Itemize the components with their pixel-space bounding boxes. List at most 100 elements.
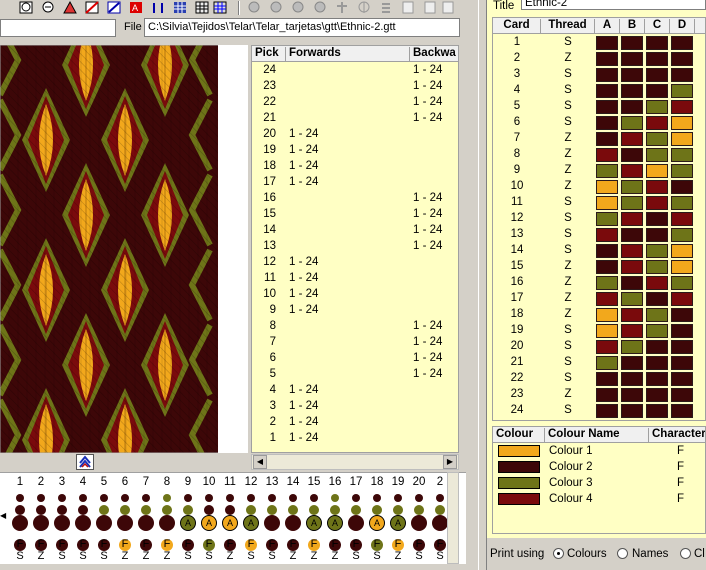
- card-hole-dot[interactable]: [351, 505, 361, 515]
- threading-row[interactable]: 2Z: [493, 51, 705, 67]
- pick-row[interactable]: 2 1 - 24: [252, 415, 458, 431]
- pick-row[interactable]: 18 1 - 24: [252, 159, 458, 175]
- hole-colour-cell[interactable]: [596, 52, 618, 66]
- hole-colour-cell[interactable]: [671, 356, 693, 370]
- threading-row[interactable]: 19 S: [493, 323, 705, 339]
- card-hole-dot[interactable]: [204, 505, 214, 515]
- thread-direction[interactable]: Z: [541, 164, 595, 176]
- hole-colour-cell[interactable]: [596, 84, 618, 98]
- print-colours-label[interactable]: Colours: [567, 548, 607, 560]
- hole-colour-cell[interactable]: [596, 164, 618, 178]
- card-hole-dot[interactable]: [78, 505, 88, 515]
- thread-direction[interactable]: S: [541, 36, 595, 48]
- card-hole-dot[interactable]: [15, 505, 25, 515]
- hole-colour-cell[interactable]: [646, 324, 668, 338]
- card-hole-dot[interactable]: A: [201, 515, 217, 531]
- strip-scroll-left-icon[interactable]: ◀: [0, 511, 6, 520]
- hole-colour-cell[interactable]: [646, 388, 668, 402]
- hole-colour-cell[interactable]: [646, 196, 668, 210]
- pick-row[interactable]: 22 1 - 24: [252, 95, 458, 111]
- card-hole-dot[interactable]: A: [390, 515, 406, 531]
- circle-icon[interactable]: [212, 0, 228, 15]
- card-hole-dot[interactable]: [138, 515, 154, 531]
- col-forwards[interactable]: Forwards: [286, 47, 410, 62]
- hole-colour-cell[interactable]: [671, 212, 693, 226]
- hole-colour-cell[interactable]: [671, 100, 693, 114]
- scroll-left-icon[interactable]: ◀: [253, 455, 267, 469]
- card-hole-dot[interactable]: [183, 505, 193, 515]
- pick-row[interactable]: 16 1 - 24: [252, 191, 458, 207]
- hole-colour-cell[interactable]: [621, 356, 643, 370]
- hole-colour-cell[interactable]: [621, 100, 643, 114]
- hole-colour-cell[interactable]: [646, 68, 668, 82]
- card-hole-dot[interactable]: [184, 494, 192, 502]
- threading-row[interactable]: 15 Z: [493, 259, 705, 275]
- pick-row[interactable]: 10 1 - 24: [252, 287, 458, 303]
- hole-colour-cell[interactable]: [596, 276, 618, 290]
- hole-colour-cell[interactable]: [621, 52, 643, 66]
- card-hole-dot[interactable]: [330, 505, 340, 515]
- hole-colour-cell[interactable]: [621, 372, 643, 386]
- circle2-icon[interactable]: [246, 0, 262, 15]
- file-path-field[interactable]: C:\Silvia\Tejidos\Telar\Telar_tarjetas\g…: [144, 18, 460, 37]
- pick-row[interactable]: 20 1 - 24: [252, 127, 458, 143]
- threading-row[interactable]: 17 Z: [493, 291, 705, 307]
- card-hole-dot[interactable]: [372, 505, 382, 515]
- threading-row[interactable]: 9Z: [493, 163, 705, 179]
- page-icon[interactable]: [356, 0, 372, 15]
- threading-row[interactable]: 23 Z: [493, 387, 705, 403]
- hole-colour-cell[interactable]: [671, 52, 693, 66]
- card-hole-dot[interactable]: [246, 505, 256, 515]
- hole-colour-cell[interactable]: [646, 404, 668, 418]
- stack-icon[interactable]: [334, 0, 350, 15]
- pick-row[interactable]: 6 1 - 24: [252, 351, 458, 367]
- hole-colour-cell[interactable]: [671, 404, 693, 418]
- col-hole-c[interactable]: C: [645, 19, 670, 34]
- pick-row[interactable]: 19 1 - 24: [252, 143, 458, 159]
- card-hole-dot[interactable]: [289, 494, 297, 502]
- threading-row[interactable]: 7Z: [493, 131, 705, 147]
- card-hole-dot[interactable]: [141, 505, 151, 515]
- hole-colour-cell[interactable]: [596, 180, 618, 194]
- thread-direction[interactable]: S: [541, 324, 595, 336]
- hole-colour-cell[interactable]: [621, 180, 643, 194]
- hole-colour-cell[interactable]: [646, 292, 668, 306]
- scroll-right-icon[interactable]: ▶: [443, 455, 457, 469]
- card-hole-dot[interactable]: A: [243, 515, 259, 531]
- thread-direction[interactable]: Z: [541, 292, 595, 304]
- thread-direction[interactable]: S: [541, 340, 595, 352]
- card-hole-dot[interactable]: [142, 494, 150, 502]
- card-hole-dot[interactable]: [348, 515, 364, 531]
- hole-colour-cell[interactable]: [671, 132, 693, 146]
- hole-colour-cell[interactable]: [621, 132, 643, 146]
- pick-row[interactable]: 14 1 - 24: [252, 223, 458, 239]
- hole-colour-cell[interactable]: [596, 148, 618, 162]
- pick-row[interactable]: 7 1 - 24: [252, 335, 458, 351]
- card-hole-dot[interactable]: [12, 515, 28, 531]
- cards-vertical-scrollbar[interactable]: [447, 472, 459, 564]
- hole-colour-cell[interactable]: [621, 292, 643, 306]
- pattern-icon[interactable]: [106, 0, 122, 15]
- hole-colour-cell[interactable]: [671, 308, 693, 322]
- col-colour[interactable]: Colour: [493, 428, 545, 443]
- hole-colour-cell[interactable]: [596, 324, 618, 338]
- pick-row[interactable]: 24 1 - 24: [252, 63, 458, 79]
- hole-colour-cell[interactable]: [671, 228, 693, 242]
- hole-colour-cell[interactable]: [671, 388, 693, 402]
- print-characters-label[interactable]: Cl: [694, 548, 705, 560]
- grid3-icon[interactable]: [194, 0, 210, 15]
- col-backwards[interactable]: Backwa: [410, 47, 458, 62]
- print-names-radio[interactable]: [617, 548, 628, 559]
- hole-colour-cell[interactable]: [596, 116, 618, 130]
- threading-row[interactable]: 12 S: [493, 211, 705, 227]
- hole-colour-cell[interactable]: [646, 340, 668, 354]
- thread-direction[interactable]: Z: [541, 388, 595, 400]
- print-characters-radio[interactable]: [680, 548, 691, 559]
- card-hole-dot[interactable]: [162, 505, 172, 515]
- threading-row[interactable]: 20 S: [493, 339, 705, 355]
- hole-colour-cell[interactable]: [671, 164, 693, 178]
- card-hole-dot[interactable]: [309, 505, 319, 515]
- hole-colour-cell[interactable]: [646, 100, 668, 114]
- pick-row[interactable]: 1 1 - 24: [252, 431, 458, 447]
- card-hole-dot[interactable]: [120, 505, 130, 515]
